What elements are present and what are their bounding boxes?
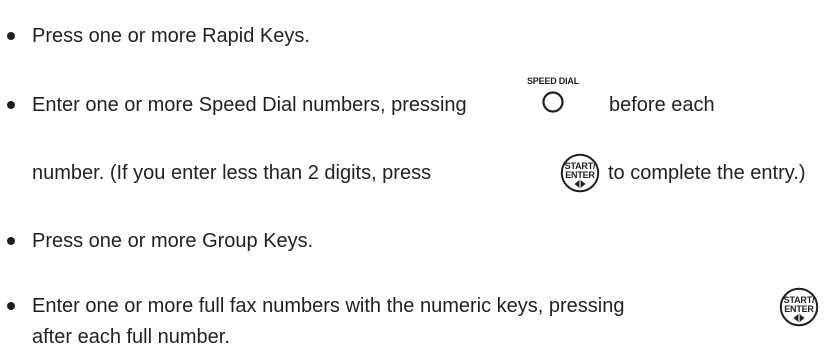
bullet-text-fax-numbers-line2: after each full number. xyxy=(32,326,230,348)
bullet-text-fax-numbers: Enter one or more full fax numbers with … xyxy=(32,295,625,317)
start-diamond-icon xyxy=(574,179,586,189)
instruction-bullet-list: Press one or more Rapid Keys. Enter one … xyxy=(0,0,827,349)
speed-dial-key-label: SPEED DIAL xyxy=(526,76,579,86)
bullet-text-speed-dial-after: before each xyxy=(609,94,715,116)
bullet-text-rapid-keys: Press one or more Rapid Keys. xyxy=(32,25,310,47)
bullet-text-speed-dial-before: Enter one or more Speed Dial numbers, pr… xyxy=(32,94,467,116)
bullet-text-speed-dial-line2-before: number. (If you enter less than 2 digits… xyxy=(32,162,432,184)
bullet-point xyxy=(7,302,15,310)
bullet-text-group-keys: Press one or more Group Keys. xyxy=(32,230,314,252)
bullet-point xyxy=(7,101,15,109)
bullet-point xyxy=(7,237,15,245)
bullet-text-speed-dial-line2-after: to complete the entry.) xyxy=(608,162,806,184)
bullet-point xyxy=(7,32,15,40)
start-enter-key-icon: START/ ENTER xyxy=(560,153,600,193)
round-key-icon xyxy=(542,91,564,113)
speed-dial-key-icon: SPEED DIAL xyxy=(521,76,585,120)
start-diamond-icon xyxy=(793,313,805,323)
start-enter-key-icon: START/ ENTER xyxy=(779,287,819,327)
